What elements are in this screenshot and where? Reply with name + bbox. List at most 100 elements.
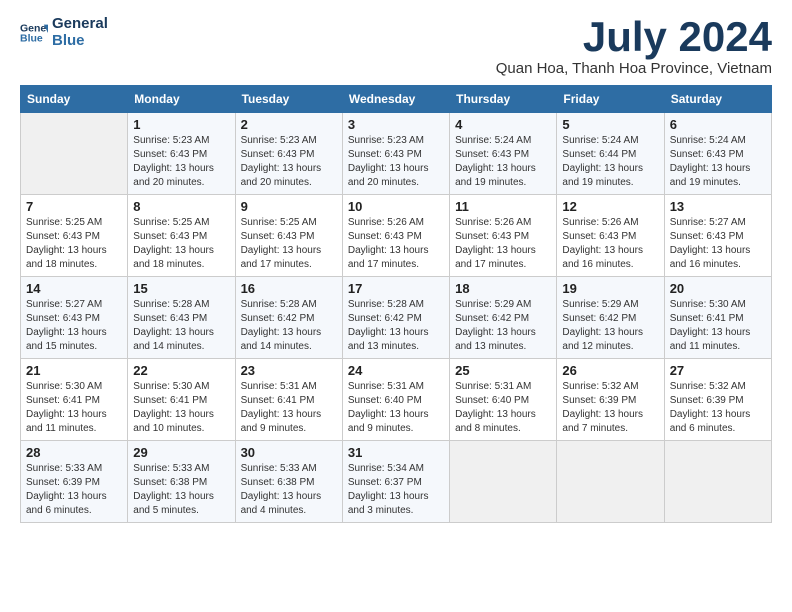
calendar-cell: 27Sunrise: 5:32 AMSunset: 6:39 PMDayligh… xyxy=(664,359,771,441)
calendar-cell: 19 Sunrise: 5:29 AMSunset: 6:42 PMDayligh… xyxy=(557,277,664,359)
day-info: Sunrise: 5:27 AMSunset: 6:43 PMDaylight:… xyxy=(670,216,766,272)
day-number: 3 xyxy=(348,117,444,132)
day-info: Sunrise: 5:27 AMSunset: 6:43 PMDaylight:… xyxy=(26,298,122,354)
day-of-week-header: Wednesday xyxy=(342,86,449,113)
calendar-cell: 13Sunrise: 5:27 AMSunset: 6:43 PMDayligh… xyxy=(664,195,771,277)
day-number: 19 xyxy=(562,281,658,296)
day-of-week-header: Saturday xyxy=(664,86,771,113)
day-number: 12 xyxy=(562,199,658,214)
day-number: 27 xyxy=(670,363,766,378)
calendar-cell: 28 Sunrise: 5:33 AMSunset: 6:39 PMDayligh… xyxy=(21,441,128,523)
calendar-week-row: 21 Sunrise: 5:30 AMSunset: 6:41 PMDayligh… xyxy=(21,359,772,441)
day-info: Sunrise: 5:30 AMSunset: 6:41 PMDaylight:… xyxy=(670,298,766,354)
day-info: Sunrise: 5:33 AMSunset: 6:38 PMDaylight:… xyxy=(241,462,337,518)
day-number: 30 xyxy=(241,445,337,460)
month-title: July 2024 xyxy=(496,16,772,58)
calendar-cell: 4 Sunrise: 5:24 AMSunset: 6:43 PMDaylight… xyxy=(450,113,557,195)
calendar-cell xyxy=(21,113,128,195)
day-info: Sunrise: 5:25 AMSunset: 6:43 PMDaylight:… xyxy=(26,216,122,272)
day-number: 9 xyxy=(241,199,337,214)
day-number: 14 xyxy=(26,281,122,296)
day-number: 25 xyxy=(455,363,551,378)
day-info: Sunrise: 5:31 AMSunset: 6:40 PMDaylight:… xyxy=(455,380,551,436)
day-number: 7 xyxy=(26,199,122,214)
day-info: Sunrise: 5:24 AMSunset: 6:43 PMDaylight:… xyxy=(670,134,766,190)
day-number: 23 xyxy=(241,363,337,378)
calendar-cell: 22 Sunrise: 5:30 AMSunset: 6:41 PMDayligh… xyxy=(128,359,235,441)
day-number: 8 xyxy=(133,199,229,214)
day-of-week-header: Tuesday xyxy=(235,86,342,113)
day-info: Sunrise: 5:28 AMSunset: 6:42 PMDaylight:… xyxy=(348,298,444,354)
calendar-cell: 2 Sunrise: 5:23 AMSunset: 6:43 PMDaylight… xyxy=(235,113,342,195)
day-info: Sunrise: 5:31 AMSunset: 6:40 PMDaylight:… xyxy=(348,380,444,436)
svg-text:Blue: Blue xyxy=(20,32,43,44)
day-info: Sunrise: 5:26 AMSunset: 6:43 PMDaylight:… xyxy=(455,216,551,272)
day-info: Sunrise: 5:29 AMSunset: 6:42 PMDaylight:… xyxy=(562,298,658,354)
calendar-cell xyxy=(664,441,771,523)
day-info: Sunrise: 5:28 AMSunset: 6:43 PMDaylight:… xyxy=(133,298,229,354)
calendar-week-row: 28 Sunrise: 5:33 AMSunset: 6:39 PMDayligh… xyxy=(21,441,772,523)
day-info: Sunrise: 5:23 AMSunset: 6:43 PMDaylight:… xyxy=(241,134,337,190)
day-number: 4 xyxy=(455,117,551,132)
calendar-cell: 23 Sunrise: 5:31 AMSunset: 6:41 PMDayligh… xyxy=(235,359,342,441)
logo-icon: General Blue xyxy=(20,19,48,47)
calendar-week-row: 14 Sunrise: 5:27 AMSunset: 6:43 PMDayligh… xyxy=(21,277,772,359)
day-number: 22 xyxy=(133,363,229,378)
calendar-cell: 16 Sunrise: 5:28 AMSunset: 6:42 PMDayligh… xyxy=(235,277,342,359)
day-info: Sunrise: 5:23 AMSunset: 6:43 PMDaylight:… xyxy=(348,134,444,190)
title-area: July 2024 Quan Hoa, Thanh Hoa Province, … xyxy=(496,16,772,77)
day-number: 28 xyxy=(26,445,122,460)
logo-line1: General xyxy=(52,16,108,33)
calendar-cell: 26Sunrise: 5:32 AMSunset: 6:39 PMDayligh… xyxy=(557,359,664,441)
calendar-cell: 11 Sunrise: 5:26 AMSunset: 6:43 PMDayligh… xyxy=(450,195,557,277)
calendar-cell: 14 Sunrise: 5:27 AMSunset: 6:43 PMDayligh… xyxy=(21,277,128,359)
day-number: 1 xyxy=(133,117,229,132)
calendar-cell: 3 Sunrise: 5:23 AMSunset: 6:43 PMDaylight… xyxy=(342,113,449,195)
day-info: Sunrise: 5:30 AMSunset: 6:41 PMDaylight:… xyxy=(26,380,122,436)
calendar-cell: 30 Sunrise: 5:33 AMSunset: 6:38 PMDayligh… xyxy=(235,441,342,523)
day-number: 16 xyxy=(241,281,337,296)
calendar-cell: 25 Sunrise: 5:31 AMSunset: 6:40 PMDayligh… xyxy=(450,359,557,441)
day-number: 24 xyxy=(348,363,444,378)
day-of-week-header: Monday xyxy=(128,86,235,113)
calendar-cell: 24 Sunrise: 5:31 AMSunset: 6:40 PMDayligh… xyxy=(342,359,449,441)
day-number: 6 xyxy=(670,117,766,132)
day-info: Sunrise: 5:33 AMSunset: 6:39 PMDaylight:… xyxy=(26,462,122,518)
day-number: 31 xyxy=(348,445,444,460)
day-info: Sunrise: 5:23 AMSunset: 6:43 PMDaylight:… xyxy=(133,134,229,190)
calendar-cell: 8 Sunrise: 5:25 AMSunset: 6:43 PMDaylight… xyxy=(128,195,235,277)
page-header: General Blue General Blue July 2024 Quan… xyxy=(20,16,772,77)
calendar-cell: 5Sunrise: 5:24 AMSunset: 6:44 PMDaylight… xyxy=(557,113,664,195)
calendar-cell: 21 Sunrise: 5:30 AMSunset: 6:41 PMDayligh… xyxy=(21,359,128,441)
day-number: 15 xyxy=(133,281,229,296)
calendar-cell: 15 Sunrise: 5:28 AMSunset: 6:43 PMDayligh… xyxy=(128,277,235,359)
day-info: Sunrise: 5:33 AMSunset: 6:38 PMDaylight:… xyxy=(133,462,229,518)
calendar-cell: 17 Sunrise: 5:28 AMSunset: 6:42 PMDayligh… xyxy=(342,277,449,359)
day-number: 17 xyxy=(348,281,444,296)
day-of-week-header: Friday xyxy=(557,86,664,113)
day-of-week-header: Thursday xyxy=(450,86,557,113)
day-number: 5 xyxy=(562,117,658,132)
calendar-cell: 18Sunrise: 5:29 AMSunset: 6:42 PMDayligh… xyxy=(450,277,557,359)
day-info: Sunrise: 5:29 AMSunset: 6:42 PMDaylight:… xyxy=(455,298,551,354)
location-title: Quan Hoa, Thanh Hoa Province, Vietnam xyxy=(496,60,772,77)
calendar-cell xyxy=(557,441,664,523)
day-number: 26 xyxy=(562,363,658,378)
calendar-week-row: 7 Sunrise: 5:25 AMSunset: 6:43 PMDaylight… xyxy=(21,195,772,277)
calendar-cell: 7 Sunrise: 5:25 AMSunset: 6:43 PMDaylight… xyxy=(21,195,128,277)
calendar-table: SundayMondayTuesdayWednesdayThursdayFrid… xyxy=(20,85,772,523)
day-info: Sunrise: 5:28 AMSunset: 6:42 PMDaylight:… xyxy=(241,298,337,354)
calendar-cell: 12Sunrise: 5:26 AMSunset: 6:43 PMDayligh… xyxy=(557,195,664,277)
day-info: Sunrise: 5:34 AMSunset: 6:37 PMDaylight:… xyxy=(348,462,444,518)
calendar-cell: 10Sunrise: 5:26 AMSunset: 6:43 PMDayligh… xyxy=(342,195,449,277)
calendar-week-row: 1 Sunrise: 5:23 AMSunset: 6:43 PMDaylight… xyxy=(21,113,772,195)
day-info: Sunrise: 5:31 AMSunset: 6:41 PMDaylight:… xyxy=(241,380,337,436)
day-number: 2 xyxy=(241,117,337,132)
day-info: Sunrise: 5:24 AMSunset: 6:43 PMDaylight:… xyxy=(455,134,551,190)
logo: General Blue General Blue xyxy=(20,16,108,49)
calendar-cell: 31 Sunrise: 5:34 AMSunset: 6:37 PMDayligh… xyxy=(342,441,449,523)
day-info: Sunrise: 5:25 AMSunset: 6:43 PMDaylight:… xyxy=(133,216,229,272)
day-number: 21 xyxy=(26,363,122,378)
day-info: Sunrise: 5:30 AMSunset: 6:41 PMDaylight:… xyxy=(133,380,229,436)
day-number: 11 xyxy=(455,199,551,214)
